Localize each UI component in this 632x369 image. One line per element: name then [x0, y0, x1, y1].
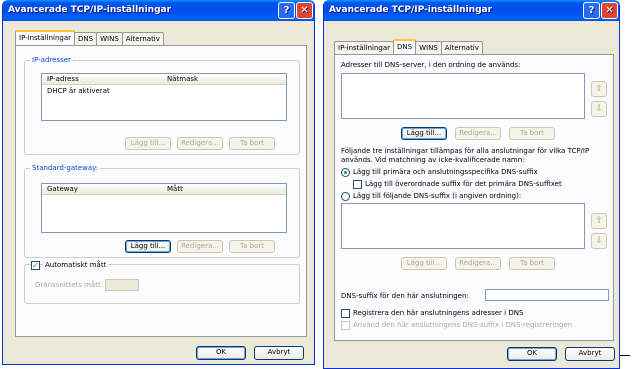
column-header[interactable]: IP-adress [47, 74, 79, 84]
move-up-icon[interactable]: ⇧ [591, 81, 607, 97]
auto-metric-checkbox[interactable]: ✓ [31, 261, 40, 270]
tab-dns[interactable]: DNS [393, 39, 417, 54]
column-header[interactable]: Gateway [47, 184, 78, 194]
interface-metric-label: Gränssnittets mått: [35, 281, 104, 289]
tab-ip-settings[interactable]: IP-inställningar [15, 30, 76, 45]
append-parent-label: Lägg till överordnade suffix för det pri… [365, 180, 562, 188]
column-header[interactable]: Mått [167, 184, 183, 194]
window-title: Avancerade TCP/IP-inställningar [329, 5, 493, 15]
dns-server-list[interactable] [341, 73, 585, 119]
register-dns-label: Registrera den här anslutningens adresse… [353, 309, 524, 317]
tab-wins[interactable]: WINS [415, 41, 442, 54]
remove-gateway-button[interactable]: Ta bort [229, 240, 275, 253]
gateway-list[interactable]: Gateway Mått [41, 183, 287, 233]
ip-address-list[interactable]: IP-adress Nätmask DHCP är aktiverat [41, 73, 287, 121]
use-suffix-checkbox[interactable] [341, 321, 350, 330]
cancel-button[interactable]: Avbryt [254, 346, 304, 360]
move-down-icon[interactable]: ⇩ [591, 233, 607, 249]
column-header[interactable]: Nätmask [167, 74, 198, 84]
list-header: Gateway Mått [42, 184, 286, 195]
remove-ip-button[interactable]: Ta bort [229, 137, 275, 150]
interface-metric-input[interactable] [105, 279, 139, 291]
add-gateway-button[interactable]: Lägg till... [125, 240, 171, 253]
group-legend: IP-adresser [30, 56, 73, 65]
edit-gateway-button[interactable]: Redigera... [177, 240, 223, 253]
append-following-radio[interactable] [341, 192, 350, 201]
window-title: Avancerade TCP/IP-inställningar [8, 5, 172, 15]
tab-strip: IP-inställningar DNS WINS Alternativ [334, 39, 483, 54]
info-text: används. Vid matchning av icke-kvalifice… [341, 156, 525, 164]
ok-button[interactable]: OK [507, 347, 557, 361]
dns-server-list-label: Adresser till DNS-server, i den ordning … [341, 61, 521, 69]
tab-dns[interactable]: DNS [74, 32, 98, 45]
close-icon[interactable]: ✕ [296, 2, 313, 19]
cancel-button[interactable]: Avbryt [565, 347, 615, 361]
move-down-icon[interactable]: ⇩ [591, 101, 607, 117]
tcpip-settings-window-left: Avancerade TCP/IP-inställningar ? ✕ IP-i… [2, 0, 315, 365]
tab-ip-settings[interactable]: IP-inställningar [334, 41, 395, 54]
auto-metric-label: Automatiskt mått [43, 261, 109, 270]
edit-dns-button[interactable]: Redigera... [455, 127, 501, 140]
list-item[interactable]: DHCP är aktiverat [47, 87, 110, 96]
ip-address-group: IP-adresser IP-adress Nätmask DHCP är ak… [24, 56, 300, 155]
edit-ip-button[interactable]: Redigera... [177, 137, 223, 150]
help-icon[interactable]: ? [278, 2, 295, 19]
group-legend: Standard-gateway: [30, 164, 101, 173]
tab-strip: IP-inställningar DNS WINS Alternativ [15, 30, 164, 45]
metric-group: ✓ Automatiskt mått Gränssnittets mått: [24, 261, 300, 304]
gateway-group: Standard-gateway: Gateway Mått Lägg till… [24, 164, 300, 258]
append-primary-label: Lägg till primära och anslutningsspecifi… [353, 168, 538, 176]
tab-alternative[interactable]: Alternativ [440, 41, 483, 54]
tab-wins[interactable]: WINS [96, 32, 123, 45]
remove-suffix-button[interactable]: Ta bort [509, 257, 555, 270]
move-up-icon[interactable]: ⇧ [591, 213, 607, 229]
connection-suffix-label: DNS-suffix för den här anslutningen: [341, 292, 469, 300]
register-dns-checkbox[interactable] [341, 309, 350, 318]
title-bar: Avancerade TCP/IP-inställningar ? ✕ [324, 0, 619, 21]
dns-suffix-list[interactable] [341, 203, 585, 249]
help-icon[interactable]: ? [583, 2, 600, 19]
remove-dns-button[interactable]: Ta bort [509, 127, 555, 140]
append-parent-checkbox[interactable] [353, 180, 362, 189]
ok-button[interactable]: OK [196, 346, 246, 360]
title-bar: Avancerade TCP/IP-inställningar ? ✕ [3, 0, 314, 21]
tab-panel: IP-adresser IP-adress Nätmask DHCP är ak… [15, 45, 307, 337]
add-suffix-button[interactable]: Lägg till... [401, 257, 447, 270]
tcpip-settings-window-right: Avancerade TCP/IP-inställningar ? ✕ IP-i… [323, 0, 620, 369]
divider [620, 355, 630, 356]
close-icon[interactable]: ✕ [601, 2, 618, 19]
tab-alternative[interactable]: Alternativ [121, 32, 164, 45]
list-header: IP-adress Nätmask [42, 74, 286, 85]
use-suffix-label: Använd den här anslutningens DNS-suffix … [353, 321, 573, 329]
connection-suffix-input[interactable] [485, 289, 609, 301]
info-text: Följande tre inställningar tillämpas för… [341, 147, 590, 155]
add-ip-button[interactable]: Lägg till... [125, 137, 171, 150]
tab-panel: Adresser till DNS-server, i den ordning … [334, 54, 614, 341]
edit-suffix-button[interactable]: Redigera... [455, 257, 501, 270]
append-primary-radio[interactable] [341, 168, 350, 177]
append-following-label: Lägg till följande DNS-suffix (i angiven… [353, 192, 522, 200]
add-dns-button[interactable]: Lägg till... [401, 127, 447, 140]
